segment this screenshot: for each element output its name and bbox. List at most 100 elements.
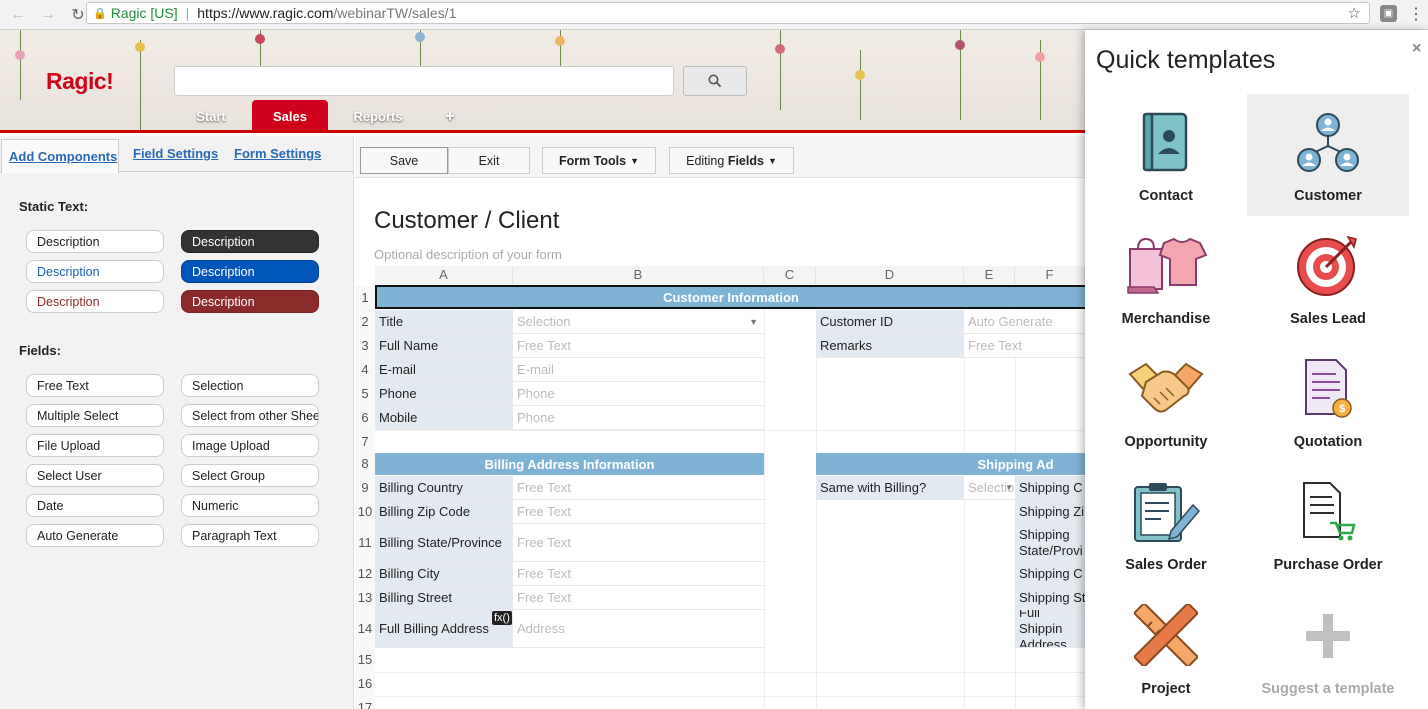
field-value-email[interactable]: E-mail	[513, 358, 764, 382]
section-shipping-address[interactable]: Shipping Ad	[816, 453, 1085, 475]
search-button[interactable]	[683, 66, 747, 96]
field-multiple-select[interactable]: Multiple Select	[26, 404, 164, 427]
address-bar[interactable]: 🔒 Ragic [US] | https://www.ragic.com /we…	[86, 2, 1370, 24]
column-header-b[interactable]: B	[513, 266, 764, 284]
row-header[interactable]: 13	[355, 586, 375, 610]
field-label-billing-city[interactable]: Billing City	[375, 562, 513, 586]
row-header[interactable]: 17	[355, 696, 375, 709]
static-description-red-text[interactable]: Description	[26, 290, 164, 313]
field-numeric[interactable]: Numeric	[181, 494, 319, 517]
field-label-billing-street[interactable]: Billing Street	[375, 586, 513, 610]
field-image-upload[interactable]: Image Upload	[181, 434, 319, 457]
form-title[interactable]: Customer / Client	[374, 207, 559, 235]
template-sales-order[interactable]: Sales Order	[1085, 463, 1247, 585]
exit-button[interactable]: Exit	[448, 147, 530, 174]
template-quotation[interactable]: $ Quotation	[1247, 340, 1409, 462]
static-description-blue-text[interactable]: Description	[26, 260, 164, 283]
field-value-billing-state[interactable]: Free Text	[513, 524, 764, 562]
field-value-full-name[interactable]: Free Text	[513, 334, 764, 358]
field-label-same-with-billing[interactable]: Same with Billing?	[816, 476, 964, 500]
field-label-phone[interactable]: Phone	[375, 382, 513, 406]
field-value-billing-city[interactable]: Free Text	[513, 562, 764, 586]
field-value-same-with-billing[interactable]: Selectio ▼	[964, 476, 1015, 500]
row-header[interactable]: 2	[355, 310, 375, 334]
field-select-other-sheet[interactable]: Select from other Sheet	[181, 404, 319, 427]
field-label-remarks[interactable]: Remarks	[816, 334, 964, 358]
template-purchase-order[interactable]: Purchase Order	[1247, 463, 1409, 585]
section-billing-address[interactable]: Billing Address Information	[375, 453, 764, 475]
field-paragraph-text[interactable]: Paragraph Text	[181, 524, 319, 547]
back-arrow-icon[interactable]: ←	[6, 3, 30, 27]
field-label-billing-state[interactable]: Billing State/Province	[375, 524, 513, 562]
column-header-f[interactable]: F	[1015, 266, 1085, 284]
static-description-dark[interactable]: Description	[181, 230, 319, 253]
tab-add-components[interactable]: Add Components	[1, 139, 119, 173]
row-header[interactable]: 5	[355, 382, 375, 406]
ragic-logo[interactable]: Ragic!	[46, 68, 114, 95]
field-date[interactable]: Date	[26, 494, 164, 517]
row-header[interactable]: 16	[355, 672, 375, 696]
forward-arrow-icon[interactable]: →	[36, 3, 60, 27]
field-label-full-name[interactable]: Full Name	[375, 334, 513, 358]
field-value-remarks[interactable]: Free Text	[964, 334, 1085, 358]
field-label-shipping-state[interactable]: Shipping State/Provi	[1015, 524, 1085, 562]
column-header-a[interactable]: A	[375, 266, 513, 284]
field-label-title[interactable]: Title	[375, 310, 513, 334]
tab-sales[interactable]: Sales	[252, 100, 328, 130]
tab-reports[interactable]: Reports	[348, 100, 408, 130]
formula-button[interactable]: fx()	[492, 611, 512, 625]
field-label-mobile[interactable]: Mobile	[375, 406, 513, 430]
row-header[interactable]: 10	[355, 500, 375, 524]
field-label-shipping-street[interactable]: Shipping St	[1015, 586, 1085, 610]
row-header[interactable]: 1	[355, 286, 375, 310]
row-header[interactable]: 9	[355, 476, 375, 500]
column-header-e[interactable]: E	[964, 266, 1015, 284]
tab-start[interactable]: Start	[186, 100, 236, 130]
field-label-billing-country[interactable]: Billing Country	[375, 476, 513, 500]
field-select-user[interactable]: Select User	[26, 464, 164, 487]
add-tab-button[interactable]: +	[440, 100, 460, 130]
row-header[interactable]: 8	[355, 452, 375, 476]
browser-menu-icon[interactable]: ⋮	[1408, 4, 1424, 24]
static-description-red[interactable]: Description	[181, 290, 319, 313]
search-input[interactable]	[174, 66, 674, 96]
row-header[interactable]: 11	[355, 524, 375, 562]
field-value-mobile[interactable]: Phone	[513, 406, 764, 430]
editing-mode-dropdown[interactable]: Editing Fields ▼	[669, 147, 794, 174]
field-label-shipping-country[interactable]: Shipping C	[1015, 476, 1085, 500]
static-description-blue[interactable]: Description	[181, 260, 319, 283]
field-label-shipping-zip[interactable]: Shipping Zi	[1015, 500, 1085, 524]
field-value-billing-zip[interactable]: Free Text	[513, 500, 764, 524]
tab-form-settings[interactable]: Form Settings	[234, 146, 321, 161]
template-contact[interactable]: Contact	[1085, 94, 1247, 216]
field-label-shipping-city[interactable]: Shipping C	[1015, 562, 1085, 586]
template-project[interactable]: Project	[1085, 586, 1247, 709]
save-button[interactable]: Save	[360, 147, 448, 174]
row-header[interactable]: 3	[355, 334, 375, 358]
field-file-upload[interactable]: File Upload	[26, 434, 164, 457]
close-icon[interactable]: ×	[1412, 40, 1421, 58]
field-value-customer-id[interactable]: Auto Generate	[964, 310, 1085, 334]
bookmark-star-icon[interactable]: ☆	[1348, 4, 1361, 22]
template-opportunity[interactable]: Opportunity	[1085, 340, 1247, 462]
field-value-full-billing-address[interactable]: Address	[513, 610, 764, 648]
row-header[interactable]: 14	[355, 610, 375, 648]
form-description[interactable]: Optional description of your form	[374, 247, 562, 262]
row-header[interactable]: 15	[355, 648, 375, 672]
column-header-d[interactable]: D	[816, 266, 964, 284]
field-label-email[interactable]: E-mail	[375, 358, 513, 382]
field-label-customer-id[interactable]: Customer ID	[816, 310, 964, 334]
column-header-c[interactable]: C	[764, 266, 816, 284]
section-customer-information[interactable]: Customer Information	[375, 285, 1085, 309]
row-header[interactable]: 4	[355, 358, 375, 382]
template-suggest[interactable]: Suggest a template	[1247, 586, 1409, 709]
field-label-billing-zip[interactable]: Billing Zip Code	[375, 500, 513, 524]
tab-field-settings[interactable]: Field Settings	[133, 146, 218, 161]
field-select-group[interactable]: Select Group	[181, 464, 319, 487]
field-auto-generate[interactable]: Auto Generate	[26, 524, 164, 547]
field-value-billing-country[interactable]: Free Text	[513, 476, 764, 500]
field-value-billing-street[interactable]: Free Text	[513, 586, 764, 610]
template-customer[interactable]: Customer	[1247, 94, 1409, 216]
template-sales-lead[interactable]: Sales Lead	[1247, 217, 1409, 339]
field-label-full-shipping-address[interactable]: Full Shippin Address	[1015, 610, 1085, 648]
